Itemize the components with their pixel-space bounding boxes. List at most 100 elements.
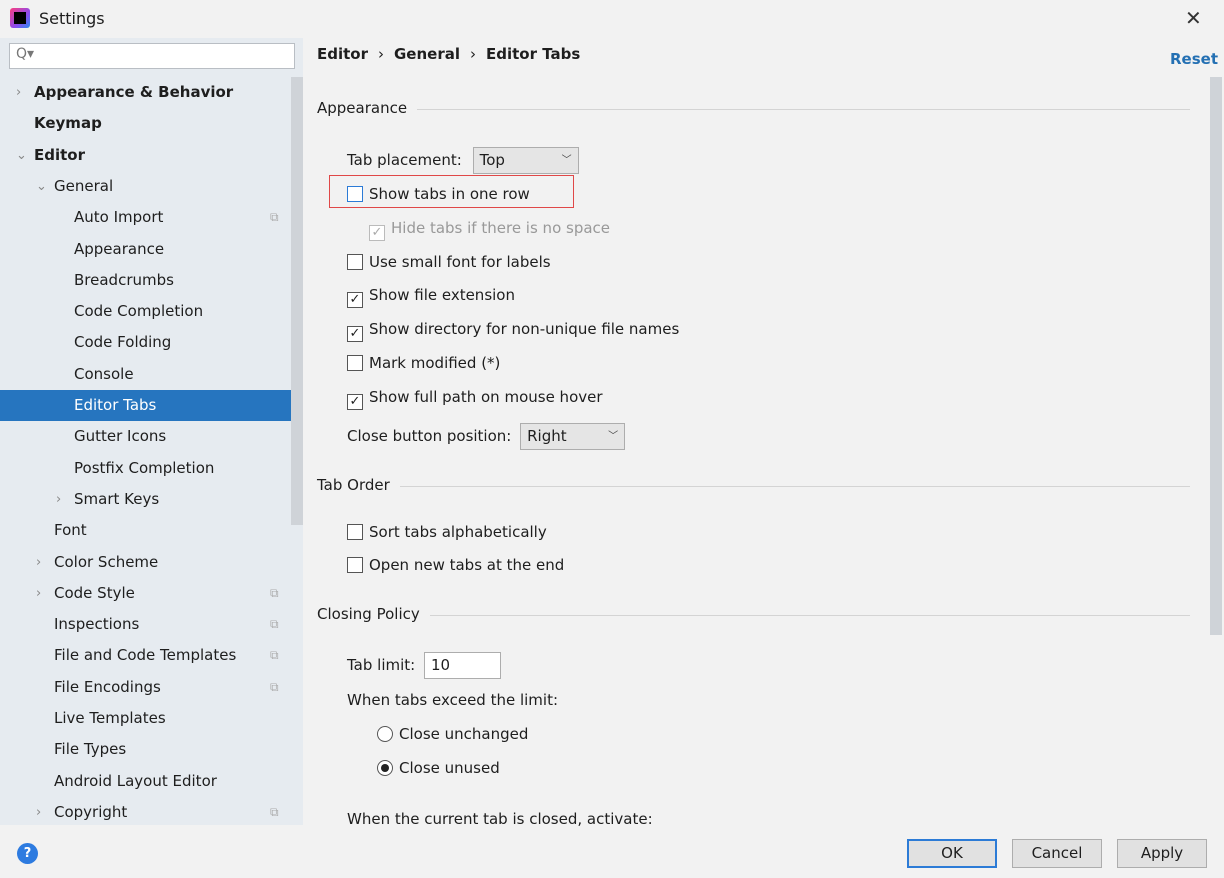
sidebar-item-inspections[interactable]: Inspections ⧉ <box>0 609 303 640</box>
exceed-label: When tabs exceed the limit: <box>347 691 559 709</box>
tab-placement-row: Tab placement: Top ﹀ <box>347 147 579 174</box>
title-bar <box>0 0 1224 38</box>
file-extension-checkbox[interactable]: ✓ Show file extension <box>347 284 515 308</box>
tab-limit-input[interactable]: 10 <box>424 652 501 679</box>
project-scope-icon: ⧉ <box>270 648 279 663</box>
sidebar-item-font[interactable]: Font <box>0 515 303 546</box>
activate-label: When the current tab is closed, activate… <box>347 810 653 828</box>
section-title: Appearance <box>317 99 418 117</box>
sidebar-item-label: Appearance <box>74 239 165 258</box>
full-path-checkbox[interactable]: ✓ Show full path on mouse hover <box>347 386 603 410</box>
sidebar-item-console[interactable]: Console <box>0 359 303 390</box>
open-at-end-checkbox[interactable]: Open new tabs at the end <box>347 554 564 576</box>
panel-scrollbar[interactable] <box>1210 77 1222 635</box>
reset-link[interactable]: Reset <box>1170 50 1218 68</box>
chevron-right-icon[interactable]: › <box>56 484 61 515</box>
sidebar-item-color-scheme[interactable]: › Color Scheme <box>0 547 303 578</box>
close-icon[interactable]: ✕ <box>1185 6 1202 30</box>
chevron-down-icon[interactable]: ⌄ <box>16 140 27 171</box>
radio-selected[interactable] <box>377 760 393 776</box>
checkbox-label: Sort tabs alphabetically <box>369 523 547 541</box>
sidebar-item-breadcrumbs[interactable]: Breadcrumbs <box>0 265 303 296</box>
search-input[interactable]: Q▾ <box>9 43 295 69</box>
sidebar-item-file-encodings[interactable]: File Encodings ⧉ <box>0 672 303 703</box>
checkbox[interactable] <box>347 557 363 573</box>
sidebar-item-smart-keys[interactable]: › Smart Keys <box>0 484 303 515</box>
sort-alphabetically-checkbox[interactable]: Sort tabs alphabetically <box>347 521 547 543</box>
sidebar-item-copyright[interactable]: › Copyright ⧉ <box>0 797 303 828</box>
checkbox[interactable] <box>347 254 363 270</box>
sidebar-item-file-types[interactable]: File Types <box>0 734 303 765</box>
sidebar-item-general[interactable]: ⌄ General <box>0 171 303 202</box>
sidebar-item-gutter-icons[interactable]: Gutter Icons <box>0 421 303 452</box>
checkbox-label: Show full path on mouse hover <box>369 388 603 406</box>
sidebar-item-label: Keymap <box>34 114 102 133</box>
sidebar-item-label: Live Templates <box>54 709 166 727</box>
show-tabs-one-row-checkbox[interactable]: Show tabs in one row <box>347 183 530 205</box>
sidebar-item-auto-import[interactable]: Auto Import ⧉ <box>0 202 303 233</box>
chevron-right-icon[interactable]: › <box>16 77 21 108</box>
checkbox-checked[interactable]: ✓ <box>347 394 363 410</box>
sidebar-item-code-completion[interactable]: Code Completion <box>0 296 303 327</box>
chevron-right-icon[interactable]: › <box>36 797 41 828</box>
cancel-button[interactable]: Cancel <box>1012 839 1102 868</box>
section-closing-policy: Closing Policy <box>317 605 1190 625</box>
sidebar-item-label: File and Code Templates <box>54 646 237 665</box>
checkbox-checked[interactable]: ✓ <box>347 326 363 342</box>
sidebar-item-editor[interactable]: ⌄ Editor <box>0 140 303 171</box>
sidebar-item-postfix-completion[interactable]: Postfix Completion <box>0 453 303 484</box>
sidebar-item-label: Copyright <box>54 802 128 821</box>
checkbox-label: Mark modified (*) <box>369 354 501 372</box>
chevron-right-icon[interactable]: › <box>36 547 41 578</box>
help-icon[interactable]: ? <box>17 843 38 864</box>
sidebar-item-editor-tabs[interactable]: Editor Tabs <box>0 390 291 421</box>
checkbox-checked: ✓ <box>369 225 385 241</box>
radio-label: Close unchanged <box>399 725 529 743</box>
sidebar-item-file-and-code-templates[interactable]: File and Code Templates ⧉ <box>0 640 303 671</box>
tab-placement-select[interactable]: Top ﹀ <box>472 147 579 174</box>
radio-label: Close unused <box>399 759 500 777</box>
chevron-down-icon[interactable]: ⌄ <box>36 171 47 202</box>
tab-placement-label: Tab placement: <box>347 151 462 169</box>
mark-modified-checkbox[interactable]: Mark modified (*) <box>347 352 500 374</box>
sidebar-item-live-templates[interactable]: Live Templates <box>0 703 303 734</box>
checkbox[interactable] <box>347 355 363 371</box>
sidebar-item-label: Postfix Completion <box>74 458 215 477</box>
sidebar-item-appearance-behavior[interactable]: › Appearance & Behavior <box>0 77 303 108</box>
small-font-checkbox[interactable]: Use small font for labels <box>347 251 551 273</box>
section-appearance: Appearance <box>317 99 1190 119</box>
close-position-select[interactable]: Right ﹀ <box>520 423 626 450</box>
close-unused-radio[interactable]: Close unused <box>377 757 500 779</box>
checkbox-label: Use small font for labels <box>369 253 551 271</box>
chevron-right-icon[interactable]: › <box>36 578 41 609</box>
checkbox[interactable] <box>347 186 363 202</box>
sidebar-item-code-folding[interactable]: Code Folding <box>0 327 303 358</box>
apply-button[interactable]: Apply <box>1117 839 1207 868</box>
sidebar-item-label: Inspections <box>54 615 140 634</box>
checkbox-label: Show file extension <box>369 286 515 304</box>
sidebar-item-appearance[interactable]: Appearance <box>0 234 303 265</box>
close-unchanged-radio[interactable]: Close unchanged <box>377 723 528 745</box>
breadcrumb-item: Editor <box>317 45 368 63</box>
sidebar-item-keymap[interactable]: Keymap <box>0 108 303 139</box>
close-position-label: Close button position: <box>347 427 512 445</box>
sidebar-scrollbar[interactable] <box>291 77 303 525</box>
intellij-app-icon <box>10 8 30 28</box>
sidebar-item-label: General <box>54 176 114 195</box>
sidebar-item-label: Code Folding <box>74 333 172 352</box>
ok-button[interactable]: OK <box>907 839 997 868</box>
sidebar-item-label: Editor Tabs <box>74 396 157 414</box>
checkbox-label: Show directory for non-unique file names <box>369 320 680 338</box>
sidebar-item-label: Breadcrumbs <box>74 270 174 289</box>
sidebar-item-android-layout-editor[interactable]: Android Layout Editor <box>0 766 303 797</box>
project-scope-icon: ⧉ <box>270 804 279 819</box>
checkbox-checked[interactable]: ✓ <box>347 292 363 308</box>
checkbox[interactable] <box>347 524 363 540</box>
project-scope-icon: ⧉ <box>270 679 279 694</box>
sidebar-item-label: Editor <box>34 145 85 164</box>
directory-checkbox[interactable]: ✓ Show directory for non-unique file name… <box>347 318 680 342</box>
radio[interactable] <box>377 726 393 742</box>
sidebar-item-label: Color Scheme <box>54 552 159 571</box>
select-value: Top <box>479 151 505 169</box>
sidebar-item-code-style[interactable]: › Code Style ⧉ <box>0 578 303 609</box>
